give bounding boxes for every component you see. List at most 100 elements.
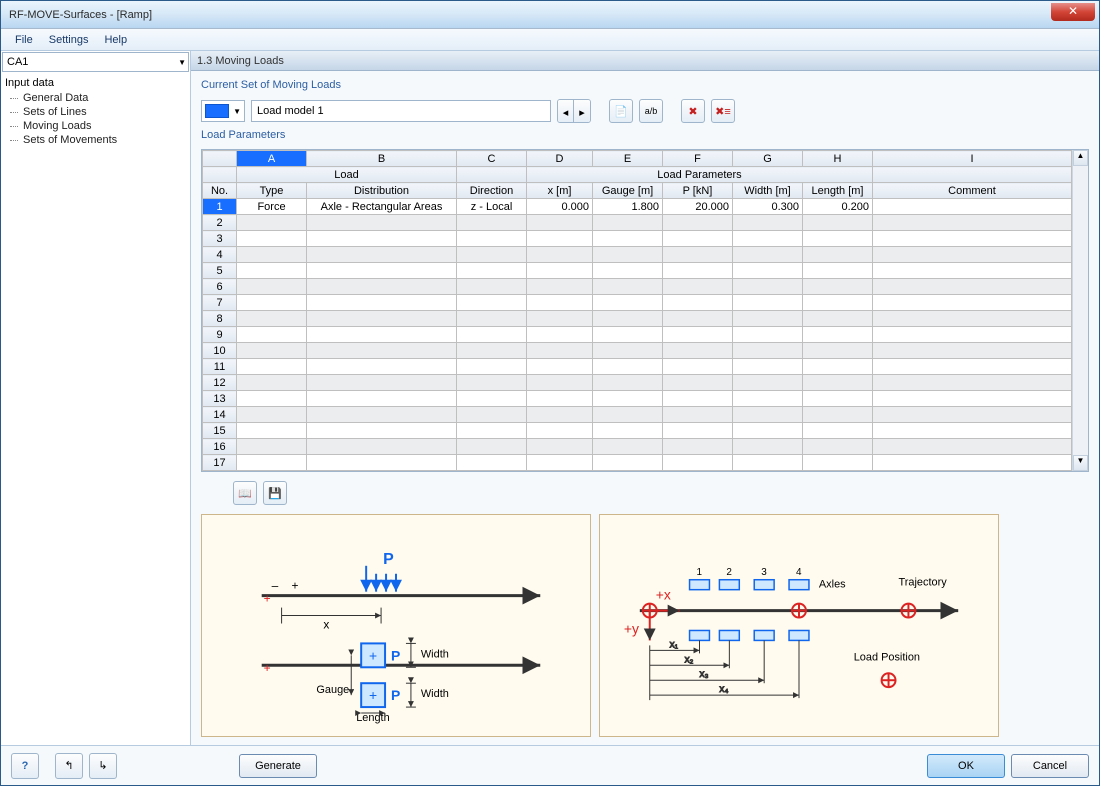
- generate-button[interactable]: Generate: [239, 754, 317, 778]
- rename-icon: a/b: [645, 106, 658, 116]
- table-row[interactable]: 12: [203, 375, 1088, 391]
- ok-button[interactable]: OK: [927, 754, 1005, 778]
- svg-text:P: P: [383, 551, 394, 568]
- case-combo-value: CA1: [7, 56, 28, 68]
- svg-text:Width: Width: [421, 688, 449, 700]
- loadset-color-combo[interactable]: ▼: [201, 100, 245, 122]
- delete-set-button[interactable]: ✖: [681, 99, 705, 123]
- table-row[interactable]: 13: [203, 391, 1088, 407]
- menu-settings[interactable]: Settings: [41, 31, 97, 49]
- window-title: RF-MOVE-Surfaces - [Ramp]: [9, 9, 152, 21]
- table-row[interactable]: 1ForceAxle - Rectangular Areasz - Local0…: [203, 199, 1088, 215]
- table-row[interactable]: 4: [203, 247, 1088, 263]
- page-title: 1.3 Moving Loads: [191, 51, 1099, 71]
- diagram-left: – + + P: [201, 514, 591, 737]
- grid-scrollbar[interactable]: ▲ ▼: [1072, 150, 1088, 471]
- new-icon: 📄: [614, 105, 628, 118]
- menu-help[interactable]: Help: [96, 31, 135, 49]
- table-row[interactable]: 15: [203, 423, 1088, 439]
- chevron-down-icon: ▼: [233, 107, 241, 116]
- svg-text:Load Position: Load Position: [854, 651, 920, 663]
- svg-text:P: P: [391, 687, 400, 703]
- case-combo[interactable]: CA1 ▼: [2, 52, 189, 72]
- hdr-p: P [kN]: [663, 183, 733, 199]
- table-row[interactable]: 11: [203, 359, 1088, 375]
- table-row[interactable]: 10: [203, 343, 1088, 359]
- col-B[interactable]: B: [307, 151, 457, 167]
- diagram-area: – + + P: [201, 514, 1089, 737]
- load-params-grid[interactable]: A B C D E F G H I: [201, 149, 1089, 472]
- tree-node-sets-of-lines[interactable]: Sets of Lines: [5, 105, 186, 119]
- svg-text:x₃: x₃: [700, 669, 709, 680]
- section-label-current-set: Current Set of Moving Loads: [201, 79, 1089, 93]
- table-row[interactable]: 16: [203, 439, 1088, 455]
- table-row[interactable]: 2: [203, 215, 1088, 231]
- nav-prev-button[interactable]: ↰: [55, 753, 83, 779]
- nav-next-button[interactable]: ↳: [89, 753, 117, 779]
- hdr-dir: Direction: [457, 183, 527, 199]
- col-G[interactable]: G: [733, 151, 803, 167]
- section-label-load-params: Load Parameters: [201, 129, 1089, 143]
- hdr-type: Type: [237, 183, 307, 199]
- nav-tree[interactable]: Input data General Data Sets of Lines Mo…: [1, 73, 190, 745]
- col-group-row: Load Load Parameters: [203, 167, 1088, 183]
- svg-text:Width: Width: [421, 648, 449, 660]
- svg-text:+: +: [369, 647, 377, 663]
- table-row[interactable]: 6: [203, 279, 1088, 295]
- diagram-right: Trajectory +x: [599, 514, 999, 737]
- menu-bar: File Settings Help: [1, 29, 1099, 51]
- svg-text:x₂: x₂: [685, 654, 694, 665]
- svg-text:x₁: x₁: [670, 639, 679, 650]
- svg-text:x₄: x₄: [719, 684, 728, 695]
- close-button[interactable]: ✕: [1051, 3, 1095, 21]
- table-row[interactable]: 9: [203, 327, 1088, 343]
- library-button[interactable]: 📖: [233, 481, 257, 505]
- loadset-name-input[interactable]: Load model 1: [251, 100, 551, 122]
- col-C[interactable]: C: [457, 151, 527, 167]
- delete-all-icon: ✖≡: [715, 105, 731, 118]
- svg-text:P: P: [391, 647, 400, 663]
- table-row[interactable]: 17: [203, 455, 1088, 471]
- next-set-button[interactable]: ▸: [574, 100, 590, 123]
- col-D[interactable]: D: [527, 151, 593, 167]
- tree-node-sets-of-movements[interactable]: Sets of Movements: [5, 133, 186, 147]
- svg-text:Length: Length: [356, 712, 389, 724]
- table-row[interactable]: 14: [203, 407, 1088, 423]
- table-row[interactable]: 3: [203, 231, 1088, 247]
- col-H[interactable]: H: [803, 151, 873, 167]
- col-A[interactable]: A: [237, 151, 307, 167]
- col-letter-row: A B C D E F G H I: [203, 151, 1088, 167]
- hdr-len: Length [m]: [803, 183, 873, 199]
- delete-all-button[interactable]: ✖≡: [711, 99, 735, 123]
- title-bar: RF-MOVE-Surfaces - [Ramp] ✕: [1, 1, 1099, 29]
- tree-root[interactable]: Input data: [5, 75, 186, 91]
- book-icon: 📖: [238, 487, 252, 500]
- table-row[interactable]: 5: [203, 263, 1088, 279]
- col-group-params: Load Parameters: [527, 167, 873, 183]
- svg-text:1: 1: [697, 567, 703, 578]
- svg-text:+: +: [369, 687, 377, 703]
- svg-text:Axles: Axles: [819, 579, 846, 591]
- rename-set-button[interactable]: a/b: [639, 99, 663, 123]
- chevron-down-icon: ▼: [178, 58, 186, 67]
- col-F[interactable]: F: [663, 151, 733, 167]
- table-row[interactable]: 7: [203, 295, 1088, 311]
- scroll-down-button[interactable]: ▼: [1073, 455, 1088, 471]
- scroll-up-button[interactable]: ▲: [1073, 150, 1088, 166]
- save-library-button[interactable]: 💾: [263, 481, 287, 505]
- new-set-button[interactable]: 📄: [609, 99, 633, 123]
- svg-text:+x: +x: [656, 587, 671, 603]
- prev-set-button[interactable]: ◂: [558, 100, 574, 123]
- cancel-button[interactable]: Cancel: [1011, 754, 1089, 778]
- col-header-row: No. Type Distribution Direction x [m] Ga…: [203, 183, 1088, 199]
- col-I[interactable]: I: [873, 151, 1072, 167]
- tree-node-moving-loads[interactable]: Moving Loads: [5, 119, 186, 133]
- svg-text:+: +: [264, 661, 271, 675]
- table-row[interactable]: 8: [203, 311, 1088, 327]
- dialog-footer: ? ↰ ↳ Generate OK Cancel: [1, 745, 1099, 785]
- menu-file[interactable]: File: [7, 31, 41, 49]
- color-swatch: [205, 104, 229, 118]
- help-button[interactable]: ?: [11, 753, 39, 779]
- tree-node-general-data[interactable]: General Data: [5, 91, 186, 105]
- col-E[interactable]: E: [593, 151, 663, 167]
